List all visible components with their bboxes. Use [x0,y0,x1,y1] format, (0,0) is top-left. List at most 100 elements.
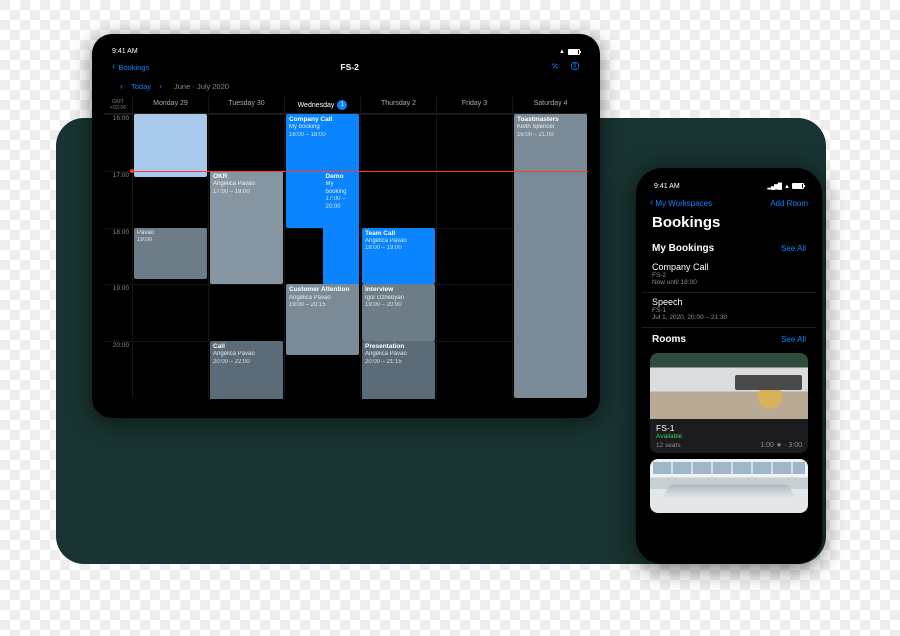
booking-meta: FS-2 [652,272,806,279]
calendar-day-column[interactable]: Pavão19:00 [132,114,208,398]
back-button[interactable]: ‹ My Workspaces [650,198,712,208]
see-all-link[interactable]: See All [781,335,806,344]
wifi-icon [559,48,564,55]
current-time-indicator [132,171,588,172]
expand-icon[interactable] [550,61,560,73]
event-title: Team Call [365,230,432,238]
hour-label: 19:00 [104,284,132,341]
event-subtitle: Angélica Pavão [365,238,432,246]
booking-meta: Jul 1, 2020, 20:00 – 21:30 [652,314,806,321]
calendar-event[interactable]: ToastmastersKeith Spencer16:00 – 21:00 [514,114,587,398]
event-time: 16:00 – 18:00 [289,132,356,140]
ipad-nav-bar: ‹ Bookings FS-2 [104,57,588,79]
day-header[interactable]: Monday 29 [132,97,208,113]
today-button[interactable]: Today [131,82,151,91]
booking-item[interactable]: Company Call FS-2 Now until 18:00 [642,258,816,293]
wifi-icon [784,183,789,190]
calendar-body[interactable]: 16:0017:0018:0019:0020:00 Pavão19:00OKRA… [104,114,588,398]
next-period-button[interactable]: › [159,81,162,91]
calendar-day-column[interactable] [436,114,512,398]
room-status: Available [656,433,682,440]
booking-item[interactable]: Speech FS-1 Jul 1, 2020, 20:00 – 21:30 [642,293,816,328]
day-header-today[interactable]: Wednesday 1 [284,97,360,113]
room-image [650,353,808,419]
calendar-header-row: GMT +03:00 Monday 29 Tuesday 30 Wednesda… [104,97,588,114]
section-header-my-bookings: My Bookings See All [642,237,816,258]
event-subtitle: Angélica Pavão [289,295,356,303]
calendar-event[interactable] [134,114,207,176]
prev-period-button[interactable]: ‹ [120,81,123,91]
calendar-event[interactable]: CallAngélica Pavão20:00 – 22:00 [210,341,283,399]
calendar-cell[interactable] [361,114,436,171]
event-title: Demo [326,173,357,181]
calendar-day-column[interactable]: Team CallAngélica Pavão18:00 – 19:00Inte… [360,114,436,398]
day-header[interactable]: Tuesday 30 [208,97,284,113]
section-header-rooms: Rooms See All [642,328,816,349]
calendar-day-column[interactable]: Company CallMy booking16:00 – 18:00DemoM… [284,114,360,398]
event-subtitle: My booking [289,124,356,132]
battery-icon [568,49,580,55]
see-all-link[interactable]: See All [781,244,806,253]
calendar-event[interactable]: Customer AttentionAngélica Pavão19:00 – … [286,284,359,355]
calendar-cell[interactable] [361,171,436,228]
chevron-left-icon: ‹ [112,62,115,72]
event-subtitle: Keith Spencer [517,124,584,132]
hour-label: 20:00 [104,341,132,398]
day-header[interactable]: Saturday 4 [512,97,588,113]
day-header[interactable]: Friday 3 [436,97,512,113]
calendar-cell[interactable] [209,284,284,341]
calendar-event[interactable]: OKRAngélica Pavão17:00 – 19:00 [210,171,283,285]
event-time: 20:00 – 22:00 [213,359,280,367]
event-title: Interview [365,286,432,294]
event-subtitle: Igor Dzhebyan [365,295,432,303]
room-card[interactable] [650,459,808,513]
timezone-label: GMT +03:00 [104,97,132,113]
chevron-left-icon: ‹ [650,198,653,208]
calendar-event[interactable]: Team CallAngélica Pavão18:00 – 19:00 [362,228,435,285]
event-subtitle: Angélica Pavão [365,351,432,359]
event-title: Toastmasters [517,116,584,124]
calendar-cell[interactable] [437,228,512,285]
room-price: 1:00 ★ · 3:00 [760,441,802,449]
page-title: FS-2 [340,62,358,72]
hour-label: 16:00 [104,114,132,171]
back-label: My Workspaces [655,199,712,208]
event-time: 17:00 – 20:00 [326,196,357,211]
info-icon[interactable] [570,61,580,73]
room-card[interactable]: FS-1 Available 12 seats 1:00 ★ · 3:00 [650,353,808,453]
booking-title: Speech [652,297,806,307]
calendar-cell[interactable] [437,284,512,341]
calendar-cell[interactable] [437,341,512,398]
event-title: Customer Attention [289,286,356,294]
hour-label: 18:00 [104,228,132,285]
calendar-day-column[interactable]: ToastmastersKeith Spencer16:00 – 21:00 [512,114,588,398]
iphone-screen: 9:41 AM ▂▄▆█ ‹ My Workspaces Add Room Bo… [642,174,816,558]
day-header[interactable]: Thursday 2 [360,97,436,113]
add-room-button[interactable]: Add Room [770,199,808,208]
calendar-event[interactable]: Pavão19:00 [134,228,207,279]
event-title: Company Call [289,116,356,124]
calendar-cell[interactable] [209,114,284,171]
calendar-period-nav: ‹ Today › June · July 2020 [104,79,588,97]
calendar-day-column[interactable]: OKRAngélica Pavão17:00 – 19:00 CallAngéli… [208,114,284,398]
calendar-cell[interactable] [437,114,512,171]
calendar-grid[interactable]: GMT +03:00 Monday 29 Tuesday 30 Wednesda… [104,97,588,399]
calendar-cell[interactable] [437,171,512,228]
event-time: 16:00 – 21:00 [517,132,584,140]
event-time: 17:00 – 19:00 [213,189,280,197]
day-label: Wednesday [298,102,335,109]
calendar-event[interactable]: PresentationAngélica Pavão20:00 – 21:15 [362,341,435,399]
calendar-cell[interactable] [133,171,208,228]
section-title: My Bookings [652,243,714,254]
hour-label: 17:00 [104,171,132,228]
ipad-screen: 9:41 AM ‹ Bookings FS-2 ‹ [104,46,588,406]
calendar-event[interactable]: InterviewIgor Dzhebyan19:00 – 20:00 [362,284,435,341]
calendar-cell[interactable] [133,341,208,398]
section-title: Rooms [652,334,686,345]
back-button[interactable]: ‹ Bookings [112,62,149,72]
booking-title: Company Call [652,262,806,272]
calendar-cell[interactable] [133,284,208,341]
event-subtitle: Angélica Pavão [213,181,280,189]
event-subtitle: Angélica Pavão [213,351,280,359]
room-name: FS-1 [656,423,682,433]
